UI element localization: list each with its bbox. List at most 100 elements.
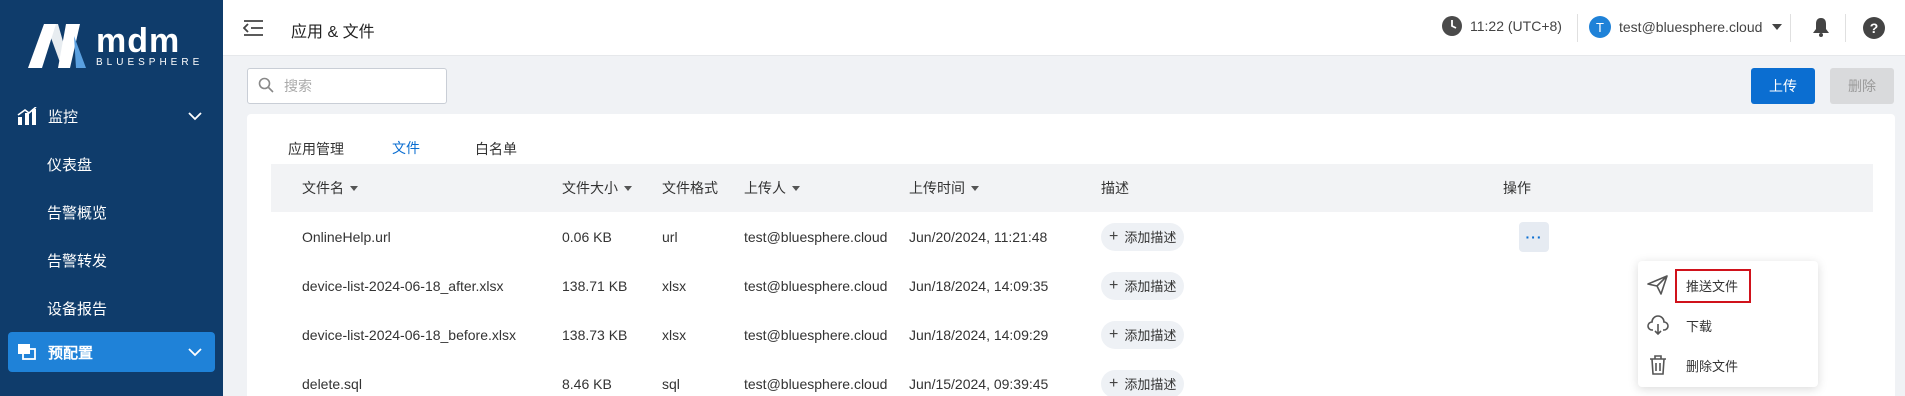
column-header-actions: 操作 <box>1503 178 1531 198</box>
menu-item-push-file[interactable]: 推送文件 <box>1638 265 1818 305</box>
add-description-label: 添加描述 <box>1124 328 1177 343</box>
file-size: 138.73 KB <box>562 326 628 343</box>
chevron-down-icon <box>187 344 203 360</box>
menu-item-delete-file[interactable]: 删除文件 <box>1638 345 1818 385</box>
plus-icon: + <box>1109 325 1119 343</box>
file-name: delete.sql <box>302 375 362 392</box>
header-divider <box>1790 14 1791 42</box>
column-header-label: 上传人 <box>744 180 786 196</box>
column-header-label: 文件大小 <box>562 180 618 196</box>
sort-icon <box>792 185 800 191</box>
file-size: 8.46 KB <box>562 375 612 392</box>
highlight-box <box>1675 269 1751 303</box>
sort-icon <box>624 185 632 191</box>
add-description-button[interactable]: + 添加描述 <box>1101 320 1185 349</box>
column-header-size[interactable]: 文件大小 <box>562 178 632 198</box>
logo: mdm BLUESPHERE <box>24 16 203 74</box>
sidebar-group-label: 预配置 <box>48 344 94 362</box>
user-email: test@bluesphere.cloud <box>1619 19 1763 35</box>
upload-button[interactable]: 上传 <box>1751 68 1815 104</box>
plus-icon: + <box>1109 227 1119 245</box>
timezone-clock: 11:22 (UTC+8) <box>1442 16 1562 36</box>
table-row: OnlineHelp.url 0.06 KB url test@bluesphe… <box>271 212 1873 261</box>
layers-icon <box>16 342 38 362</box>
bell-icon[interactable] <box>1810 16 1832 38</box>
upload-time: Jun/20/2024, 11:21:48 <box>909 228 1048 245</box>
help-icon[interactable]: ? <box>1863 17 1885 39</box>
column-header-label: 操作 <box>1503 180 1531 196</box>
top-header: 应用 & 文件 11:22 (UTC+8) T test@bluesphere.… <box>223 0 1905 56</box>
plus-icon: + <box>1109 276 1119 294</box>
column-header-label: 上传时间 <box>909 180 965 196</box>
collapse-menu-icon[interactable] <box>242 18 265 38</box>
file-format: url <box>662 228 678 245</box>
column-header-label: 描述 <box>1101 180 1129 196</box>
search-input[interactable] <box>284 78 434 94</box>
sidebar-item-label: 设备报告 <box>47 300 108 318</box>
upload-time: Jun/18/2024, 14:09:29 <box>909 326 1049 343</box>
column-header-uploader[interactable]: 上传人 <box>744 178 800 198</box>
column-header-name[interactable]: 文件名 <box>302 178 358 198</box>
clock-icon <box>1442 16 1462 36</box>
sidebar-item-alert-forwarding[interactable]: 告警转发 <box>0 236 223 284</box>
file-name: device-list-2024-06-18_before.xlsx <box>302 326 516 343</box>
send-icon <box>1646 273 1670 297</box>
file-uploader: test@bluesphere.cloud <box>744 228 888 245</box>
caret-down-icon <box>1772 24 1783 30</box>
column-header-description: 描述 <box>1101 178 1129 198</box>
sort-icon <box>971 185 979 191</box>
column-header-time[interactable]: 上传时间 <box>909 178 979 198</box>
sidebar-item-device-report[interactable]: 设备报告 <box>0 284 223 332</box>
add-description-label: 添加描述 <box>1124 230 1177 245</box>
table-row: device-list-2024-06-18_before.xlsx 138.7… <box>271 310 1873 359</box>
file-size: 0.06 KB <box>562 228 612 245</box>
add-description-label: 添加描述 <box>1124 377 1177 392</box>
file-uploader: test@bluesphere.cloud <box>744 277 888 294</box>
search-box[interactable] <box>247 68 447 104</box>
delete-button[interactable]: 删除 <box>1830 68 1894 104</box>
column-header-label: 文件格式 <box>662 180 718 196</box>
sidebar-group-provisioning[interactable]: 预配置 <box>8 332 215 372</box>
avatar: T <box>1589 16 1611 38</box>
add-description-button[interactable]: + 添加描述 <box>1101 222 1185 251</box>
add-description-button[interactable]: + 添加描述 <box>1101 369 1185 396</box>
sidebar-group-label: 监控 <box>48 108 79 126</box>
header-divider <box>1845 14 1846 42</box>
cloud-download-icon <box>1646 313 1670 337</box>
page-title: 应用 & 文件 <box>291 24 375 41</box>
table-row: delete.sql 8.46 KB sql test@bluesphere.c… <box>271 359 1873 396</box>
table-header: 文件名 文件大小 文件格式 上传人 上传时间 描述 操作 <box>271 164 1873 212</box>
logo-mark-icon <box>24 16 90 74</box>
file-uploader: test@bluesphere.cloud <box>744 375 888 392</box>
sidebar-item-dashboard[interactable]: 仪表盘 <box>0 140 223 188</box>
file-name: device-list-2024-06-18_after.xlsx <box>302 277 504 294</box>
actions-dropdown-menu: 推送文件 下载 删除文件 <box>1638 261 1818 387</box>
menu-item-download[interactable]: 下载 <box>1638 305 1818 345</box>
user-menu[interactable]: T test@bluesphere.cloud <box>1589 16 1783 38</box>
upload-time: Jun/18/2024, 14:09:35 <box>909 277 1049 294</box>
add-description-button[interactable]: + 添加描述 <box>1101 271 1185 300</box>
files-table: 文件名 文件大小 文件格式 上传人 上传时间 描述 操作 OnlineHelp.… <box>271 164 1873 396</box>
add-description-label: 添加描述 <box>1124 279 1177 294</box>
file-format: xlsx <box>662 277 687 294</box>
sidebar: mdm BLUESPHERE 监控 仪表盘 告警概览 告警转发 设备报告 预配置 <box>0 0 223 396</box>
logo-subtitle: BLUESPHERE <box>96 56 204 68</box>
sidebar-item-label: 告警转发 <box>47 252 108 270</box>
file-format: xlsx <box>662 326 687 343</box>
sort-icon <box>350 185 358 191</box>
logo-title: mdm <box>96 21 181 60</box>
clock-time: 11:22 (UTC+8) <box>1470 18 1562 34</box>
column-header-format: 文件格式 <box>662 178 718 198</box>
menu-item-label: 下载 <box>1686 318 1713 334</box>
sidebar-group-monitor[interactable]: 监控 <box>0 92 223 140</box>
sidebar-item-alert-overview[interactable]: 告警概览 <box>0 188 223 236</box>
file-uploader: test@bluesphere.cloud <box>744 326 888 343</box>
header-divider <box>1577 14 1578 42</box>
sidebar-item-label: 告警概览 <box>47 204 108 222</box>
chart-icon <box>16 106 38 126</box>
column-header-label: 文件名 <box>302 180 344 196</box>
more-actions-button[interactable]: ··· <box>1519 221 1549 252</box>
chevron-down-icon <box>187 108 203 124</box>
table-row: device-list-2024-06-18_after.xlsx 138.71… <box>271 261 1873 310</box>
search-icon <box>258 77 274 96</box>
